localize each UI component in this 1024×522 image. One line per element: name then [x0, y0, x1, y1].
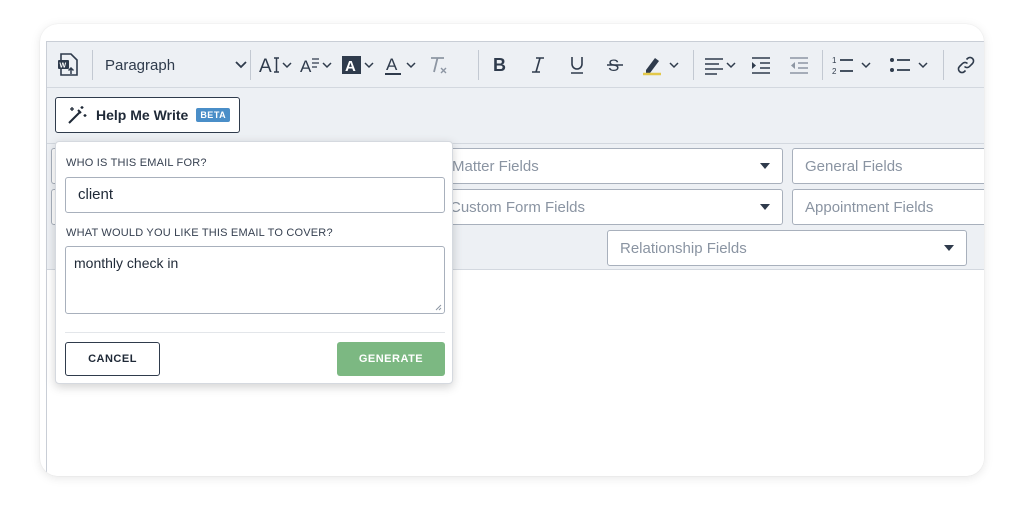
relationship-fields-label: Relationship Fields — [620, 239, 747, 257]
help-me-write-button[interactable]: Help Me Write BETA — [55, 97, 240, 133]
resize-grip-icon[interactable] — [434, 303, 442, 311]
svg-text:A: A — [259, 56, 272, 76]
bullet-list-icon[interactable] — [887, 42, 937, 88]
caret-down-icon — [760, 204, 770, 210]
indent-icon[interactable] — [747, 42, 775, 88]
svg-text:A: A — [345, 58, 356, 75]
paragraph-style-label: Paragraph — [105, 56, 176, 74]
help-me-write-row: Help Me Write BETA — [47, 88, 984, 144]
help-me-write-popover: WHO IS THIS EMAIL FOR? client WHAT WOULD… — [55, 141, 453, 384]
general-fields-label: General Fields — [805, 157, 903, 175]
topic-textarea[interactable]: monthly check in — [65, 246, 445, 314]
toolbar-divider — [693, 50, 694, 80]
line-height-icon[interactable]: A — [297, 42, 337, 88]
caret-down-icon — [944, 245, 954, 251]
appointment-fields-select[interactable]: Appointment Fields — [792, 189, 984, 225]
appointment-fields-label: Appointment Fields — [805, 198, 934, 216]
recipient-label: WHO IS THIS EMAIL FOR? — [66, 157, 207, 169]
svg-text:B: B — [493, 55, 506, 75]
strikethrough-icon[interactable]: S — [602, 42, 628, 88]
clear-formatting-icon[interactable] — [425, 42, 453, 88]
align-icon[interactable] — [701, 42, 741, 88]
magic-wand-icon — [68, 106, 87, 124]
numbered-list-icon[interactable]: 12 — [829, 42, 879, 88]
svg-text:2: 2 — [832, 67, 837, 76]
general-fields-select[interactable]: General Fields — [792, 148, 984, 184]
svg-text:W: W — [60, 63, 67, 70]
toolbar-divider — [822, 50, 823, 80]
svg-text:A: A — [386, 55, 398, 74]
formatting-toolbar: W Paragraph A A A A B S 1 2 — [47, 42, 984, 88]
cancel-button[interactable]: CANCEL — [65, 342, 160, 376]
generate-button[interactable]: GENERATE — [337, 342, 445, 376]
popover-divider — [65, 332, 445, 333]
highlight-color-icon[interactable]: A — [339, 42, 379, 88]
underline-icon[interactable] — [564, 42, 590, 88]
toolbar-divider — [478, 50, 479, 80]
recipient-value: client — [78, 186, 114, 203]
chevron-down-icon — [235, 61, 247, 69]
bold-icon[interactable]: B — [487, 42, 513, 88]
caret-down-icon — [760, 163, 770, 169]
help-me-write-label: Help Me Write — [96, 107, 189, 123]
svg-text:A: A — [300, 57, 312, 76]
italic-icon[interactable] — [525, 42, 551, 88]
text-color-icon[interactable]: A — [381, 42, 421, 88]
custom-form-fields-label: Custom Form Fields — [450, 198, 586, 216]
toolbar-divider — [92, 50, 93, 80]
matter-fields-label: Matter Fields — [452, 157, 539, 175]
highlighter-icon[interactable] — [637, 42, 687, 88]
recipient-input[interactable]: client — [65, 177, 445, 213]
relationship-fields-select[interactable]: Relationship Fields — [607, 230, 967, 266]
toolbar-divider — [250, 50, 251, 80]
toolbar-divider — [943, 50, 944, 80]
topic-label: WHAT WOULD YOU LIKE THIS EMAIL TO COVER? — [66, 227, 333, 239]
paragraph-style-select[interactable]: Paragraph — [105, 50, 247, 80]
word-import-icon[interactable]: W — [53, 42, 83, 88]
link-icon[interactable] — [953, 42, 979, 88]
outdent-icon[interactable] — [785, 42, 813, 88]
topic-value: monthly check in — [74, 255, 179, 271]
beta-badge: BETA — [196, 108, 231, 122]
svg-text:1: 1 — [832, 56, 837, 65]
font-size-icon[interactable]: A — [257, 42, 295, 88]
